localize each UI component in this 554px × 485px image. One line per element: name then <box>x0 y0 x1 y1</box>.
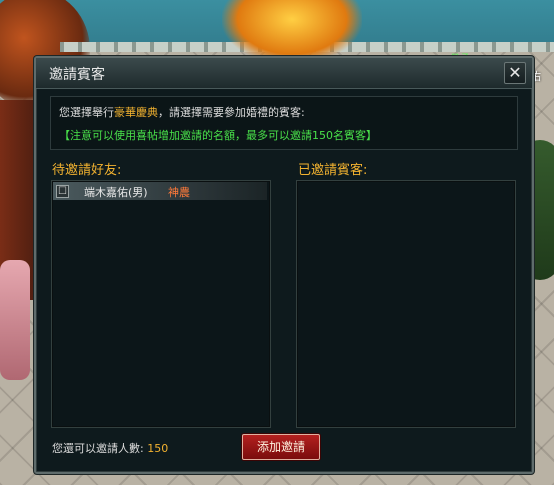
add-invite-button[interactable]: 添加邀請 <box>242 434 320 460</box>
info-notice: 【注意可以使用喜帖增加邀請的名額，最多可以邀請150名賓客】 <box>59 129 377 142</box>
invited-guests-list[interactable] <box>296 180 516 428</box>
remaining-invites-label: 您還可以邀請人數: <box>52 442 144 455</box>
invite-guests-dialog: 邀請賓客 ✕ 您選擇舉行豪華慶典，請選擇需要參加婚禮的賓客: 【注意可以使用喜帖… <box>34 56 534 474</box>
golden-statue <box>222 0 362 64</box>
remaining-invites-value: 150 <box>147 442 169 455</box>
friend-class: 神農 <box>168 186 190 199</box>
dialog-title: 邀請賓客 <box>49 67 105 83</box>
invited-guests-label: 已邀請賓客: <box>298 163 368 178</box>
close-button[interactable]: ✕ <box>504 62 526 84</box>
pending-friends-list[interactable]: ☐ 端木嘉佑(男) 神農 <box>51 180 271 428</box>
list-item[interactable]: ☐ 端木嘉佑(男) 神農 <box>53 182 267 200</box>
remaining-invites: 您還可以邀請人數: 150 <box>52 440 168 456</box>
pink-character <box>0 260 30 380</box>
pending-friends-label: 待邀請好友: <box>52 163 122 178</box>
friend-checkbox[interactable]: ☐ <box>56 185 69 198</box>
info-suffix: ，請選擇需要參加婚禮的賓客: <box>158 106 305 119</box>
info-box: 您選擇舉行豪華慶典，請選擇需要參加婚禮的賓客: 【注意可以使用喜帖增加邀請的名額… <box>50 96 518 150</box>
friend-name: 端木嘉佑(男) <box>84 186 148 199</box>
ceremony-type: 豪華慶典 <box>114 106 158 119</box>
dialog-titlebar: 邀請賓客 ✕ <box>36 58 532 89</box>
info-line1: 您選擇舉行豪華慶典，請選擇需要參加婚禮的賓客: <box>59 104 305 120</box>
info-prefix: 您選擇舉行 <box>59 106 114 119</box>
